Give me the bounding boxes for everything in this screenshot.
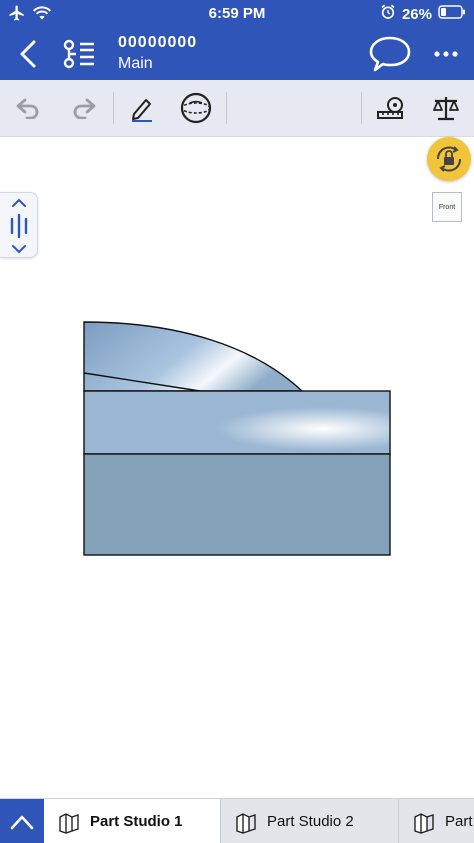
document-header: 00000000 Main <box>0 28 474 80</box>
rotation-lock-button[interactable] <box>427 137 471 181</box>
more-options-button[interactable] <box>432 42 460 66</box>
toolbar-divider <box>361 92 362 124</box>
status-bar: 6:59 PM 26% <box>0 0 474 28</box>
expand-vertical-icon <box>10 198 28 254</box>
alarm-clock-icon <box>380 4 396 24</box>
part-studio-icon <box>59 812 79 834</box>
battery-percent: 26% <box>401 5 432 23</box>
toolbar <box>0 80 474 137</box>
part-model[interactable] <box>0 137 474 798</box>
version-graph-button[interactable] <box>62 38 98 70</box>
sketch-button[interactable] <box>124 90 160 126</box>
toolbar-divider <box>226 92 227 124</box>
view-cube[interactable]: Front <box>432 192 462 222</box>
branch-name: Main <box>118 55 153 72</box>
part-studio-icon <box>236 812 256 834</box>
document-name[interactable]: 00000000 <box>118 34 197 52</box>
app-root: 6:59 PM 26% 00000000 Main Front Part Stu… <box>0 0 474 843</box>
part-cylindrical-face[interactable] <box>83 390 391 455</box>
tab-part-studio-1[interactable]: Part Studio 1 <box>44 799 220 843</box>
tab-label: Part <box>445 813 473 830</box>
toolbar-divider <box>113 92 114 124</box>
tab-part[interactable]: Part <box>398 799 474 843</box>
feature-list-handle[interactable] <box>0 192 38 258</box>
part-studio-icon <box>414 812 434 834</box>
battery-icon <box>438 5 466 23</box>
redo-button[interactable] <box>66 90 102 126</box>
more-dots-icon <box>434 51 458 57</box>
view-cube-label: Front <box>438 203 456 211</box>
tab-list-expand-button[interactable] <box>0 799 44 843</box>
chevron-up-icon <box>10 815 34 829</box>
speech-bubble-icon <box>369 36 411 72</box>
tab-part-studio-2[interactable]: Part Studio 2 <box>220 799 398 843</box>
part-curved-face[interactable] <box>83 321 304 392</box>
measure-button[interactable] <box>372 90 408 126</box>
part-front-face[interactable] <box>83 453 391 556</box>
undo-button[interactable] <box>10 90 46 126</box>
chevron-left-icon <box>20 40 36 68</box>
tab-bar: Part Studio 1 Part Studio 2 Part <box>0 798 474 843</box>
rotate-lock-icon <box>436 146 462 172</box>
redo-icon <box>73 98 96 119</box>
tab-label: Part Studio 2 <box>267 813 354 830</box>
view-orientation-button[interactable] <box>178 90 214 126</box>
back-button[interactable] <box>14 38 44 70</box>
tab-label: Part Studio 1 <box>90 813 183 830</box>
sketch-pencil-icon <box>132 99 152 122</box>
mass-properties-button[interactable] <box>428 90 464 126</box>
branch-tree-icon <box>63 39 94 69</box>
sphere-view-icon <box>180 92 212 124</box>
measure-tape-icon <box>377 97 403 119</box>
mass-properties-scale-icon <box>433 97 459 121</box>
comments-button[interactable] <box>368 34 412 74</box>
undo-icon <box>16 98 39 119</box>
